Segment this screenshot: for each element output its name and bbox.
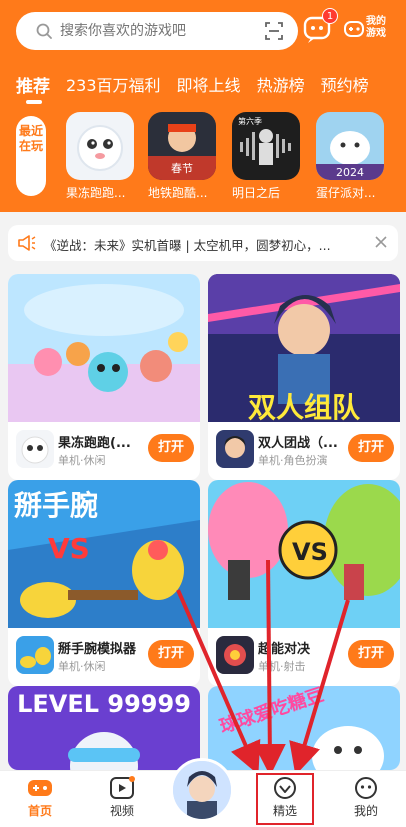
game-title: 超能对决 [258,642,311,657]
search-bar[interactable] [16,12,298,50]
recent-game-thumbnail [66,112,134,180]
nav-video-label: 视频 [109,804,134,818]
my-games-label: 我的游戏 [366,16,386,39]
search-icon [36,23,52,39]
category-tabs: 推荐 233百万福利 即将上线 热游榜 预约榜 [16,72,385,98]
my-games-button[interactable]: 我的游戏 [344,16,394,46]
announcement-bar[interactable]: 《逆战：未来》实机首曝 | 太空机甲，圆梦初心，... [8,225,398,261]
tab-recommend[interactable]: 推荐 [16,72,50,98]
recent-game-name: 明日之后 [232,186,281,200]
center-avatar-button[interactable] [170,758,234,822]
video-icon [110,776,135,799]
game-card[interactable]: LEVEL 99999 [8,686,200,770]
profile-icon [355,777,377,799]
svg-text:2024: 2024 [336,166,364,179]
game-banner-image [8,274,200,422]
svg-text:VS: VS [292,538,328,566]
game-card[interactable]: 果冻跑跑(... 单机·休闲 打开 [8,274,200,480]
open-button[interactable]: 打开 [348,640,394,668]
game-meta: 单机·休闲 [58,660,106,673]
recent-game-name: 地铁跑酷... [148,186,208,200]
recent-game-name: 果冻跑跑... [66,186,126,200]
open-button[interactable]: 打开 [148,434,194,462]
recent-game[interactable]: 果冻跑跑... [66,112,134,201]
nav-video[interactable]: 视频 [92,776,152,819]
tab-welfare[interactable]: 233百万福利 [66,72,161,98]
scan-icon[interactable] [264,21,284,41]
banner-text: 双人组队 [247,391,360,424]
tab-reservation-ranking[interactable]: 预约榜 [321,72,369,98]
game-card[interactable]: 双人组队 双人团战（... 单机·角色扮演 打开 [208,274,400,480]
game-title: 果冻跑跑(... [58,436,131,451]
active-tab-indicator [26,100,42,104]
game-meta: 单机·休闲 [58,454,106,467]
recent-game[interactable]: 第六季 明日之后 [232,112,300,201]
nav-home-label: 首页 [27,804,52,818]
game-title: 掰手腕模拟器 [58,642,137,657]
message-badge: 1 [322,8,338,24]
nav-mine[interactable]: 我的 [336,776,396,819]
tab-hot-ranking[interactable]: 热游榜 [257,72,305,98]
open-button[interactable]: 打开 [348,434,394,462]
game-card[interactable]: VS 掰手腕 掰手腕模拟器 单机·休闲 打开 [8,480,200,686]
game-title: 双人团战（... [258,436,338,451]
game-icon [216,430,254,468]
svg-text:第六季: 第六季 [238,116,262,126]
game-icon [16,636,54,674]
recent-game[interactable]: 春节 地铁跑酷... [148,112,216,201]
close-icon[interactable] [374,235,388,249]
recent-game-thumbnail: 春节 [148,112,216,180]
svg-text:VS: VS [48,532,90,565]
recent-game-thumbnail: 2024 [316,112,384,180]
game-card[interactable]: 球球爱吃糖豆 [208,686,400,770]
message-button[interactable]: 1 [302,8,338,44]
search-input[interactable] [60,21,250,41]
open-button[interactable]: 打开 [148,640,194,668]
svg-text:春节: 春节 [171,162,193,175]
speaker-icon [18,235,36,251]
recent-game-thumbnail: 第六季 [232,112,300,180]
home-gamepad-icon [28,780,52,796]
game-card[interactable]: VS 超能对决 单机·射击 打开 [208,480,400,686]
recent-game[interactable]: 2024 蛋仔派对... [316,112,384,201]
gamepad-icon [344,21,364,37]
recent-game-name: 蛋仔派对... [316,186,376,200]
game-meta: 单机·角色扮演 [258,454,328,467]
nav-mine-label: 我的 [353,804,378,818]
nav-home[interactable]: 首页 [10,776,70,819]
avatar [173,761,231,819]
recent-label: 最近在玩 [16,116,46,196]
tab-upcoming[interactable]: 即将上线 [177,72,241,98]
banner-text: 掰手腕 [14,489,99,522]
game-icon [16,430,54,468]
game-meta: 单机·射击 [258,660,306,673]
game-banner-image: VS [208,480,400,628]
announcement-text: 《逆战：未来》实机首曝 | 太空机甲，圆梦初心，... [44,238,331,253]
game-icon [216,636,254,674]
banner-text: LEVEL 99999 [17,690,191,718]
annotation-highlight-box [256,773,314,825]
